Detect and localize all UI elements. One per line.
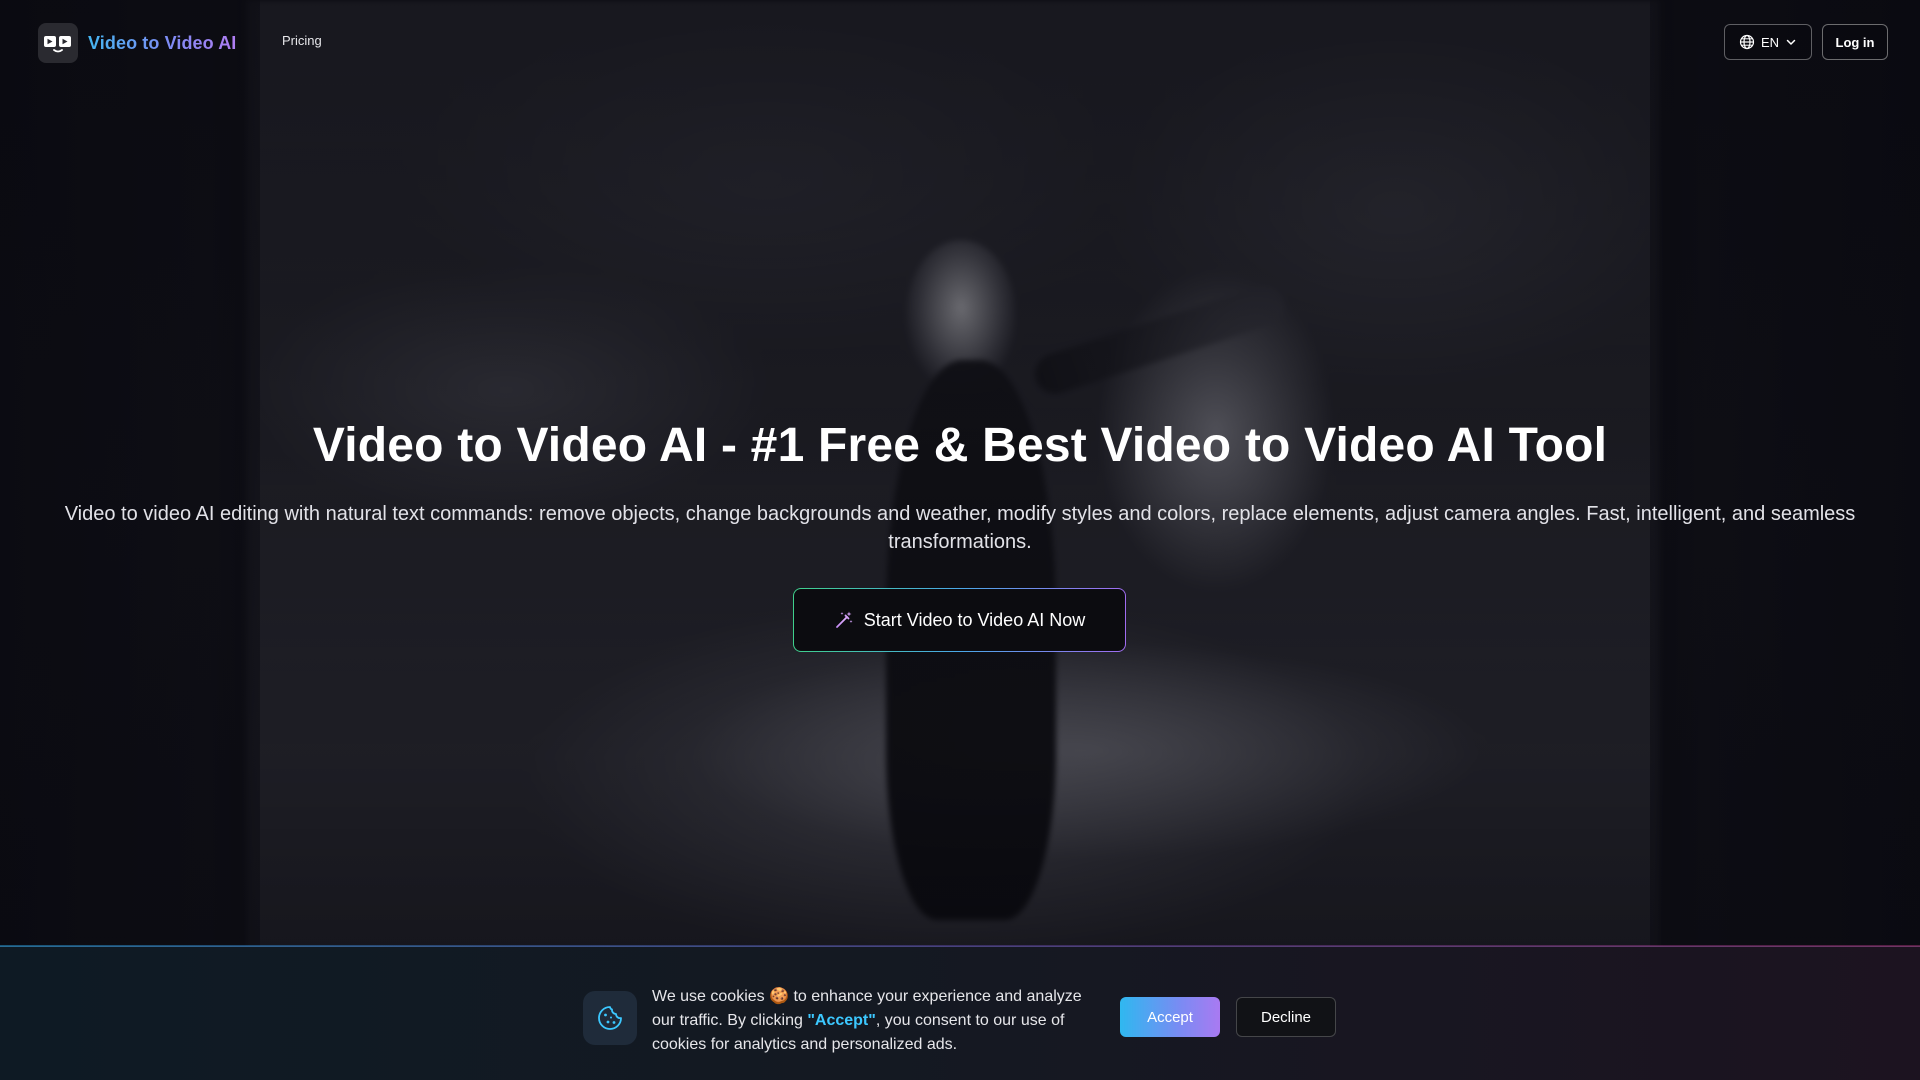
login-button[interactable]: Log in xyxy=(1822,24,1888,60)
nav-pricing-link[interactable]: Pricing xyxy=(282,33,322,48)
cookie-consent-text: We use cookies 🍪 to enhance your experie… xyxy=(652,985,1092,1057)
language-code: EN xyxy=(1760,34,1780,50)
cookie-icon xyxy=(583,991,637,1045)
language-selector[interactable]: EN xyxy=(1724,24,1812,60)
cookie-accept-highlight: "Accept" xyxy=(807,1012,876,1029)
accept-cookies-button[interactable]: Accept xyxy=(1120,997,1220,1037)
start-button-label: Start Video to Video AI Now xyxy=(863,609,1086,630)
page: Video to Video AI Pricing EN Log in Vide… xyxy=(0,0,1920,1080)
start-cta-border: Start Video to Video AI Now xyxy=(793,588,1126,652)
hero-subtitle: Video to video AI editing with natural t… xyxy=(64,503,1856,553)
site-header: Video to Video AI Pricing EN Log in xyxy=(0,0,1920,86)
globe-icon xyxy=(1739,34,1755,50)
brand-home-link[interactable]: Video to Video AI xyxy=(38,23,236,63)
brand-name: Video to Video AI xyxy=(88,32,237,53)
magic-wand-icon xyxy=(834,610,854,630)
decline-cookies-button[interactable]: Decline xyxy=(1236,997,1336,1037)
start-video-to-video-button[interactable]: Start Video to Video AI Now xyxy=(794,589,1125,651)
hero-title: Video to Video AI - #1 Free & Best Video… xyxy=(312,419,1608,472)
video-logo-icon xyxy=(38,23,78,63)
cookie-consent-banner: We use cookies 🍪 to enhance your experie… xyxy=(0,945,1920,1080)
chevron-down-icon xyxy=(1785,36,1797,48)
